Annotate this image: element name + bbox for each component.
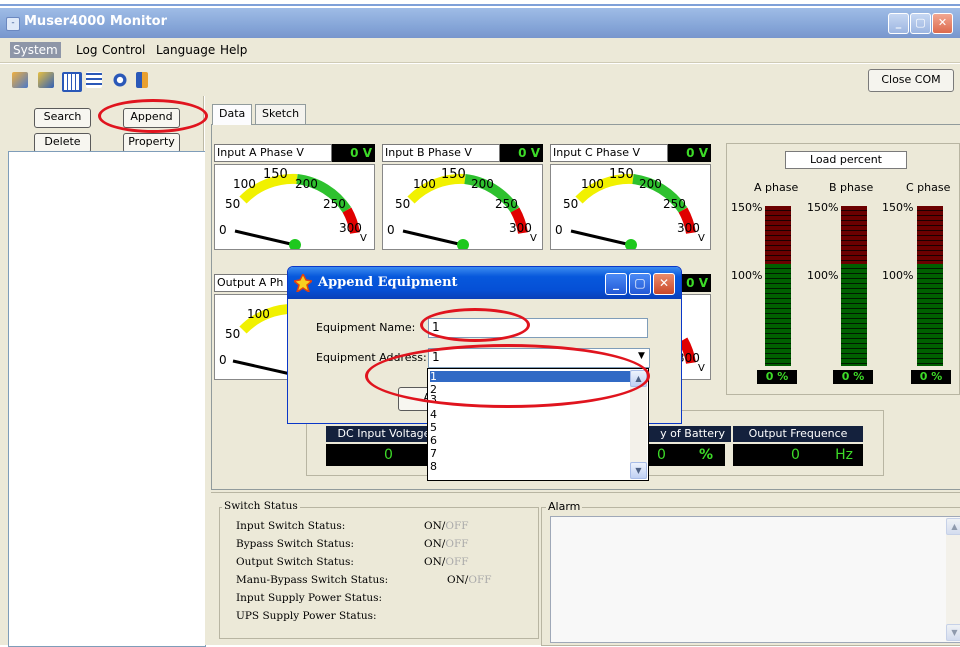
input-switch-status-label: Input Switch Status: (236, 520, 346, 532)
scroll-down-icon[interactable]: ▼ (946, 624, 960, 641)
load-bar-a (765, 206, 791, 366)
input-a-value: 0 V (332, 144, 375, 162)
output-switch-status-label: Output Switch Status: (236, 556, 354, 568)
dialog-close-button[interactable]: ✕ (653, 273, 675, 295)
input-supply-power-status-label: Input Supply Power Status: (236, 592, 383, 604)
scroll-down-icon[interactable]: ▼ (630, 462, 647, 479)
status-area: Switch Status Input Switch Status: Bypas… (211, 492, 960, 646)
menu-language[interactable]: Language (156, 43, 215, 57)
input-a-gauge: 100 150 200 50 250 0 300 V (214, 164, 375, 251)
dc-input-voltage-value: 0 (326, 444, 442, 466)
equipment-name-label: Equipment Name: (316, 321, 416, 334)
annotation-ring-name (420, 308, 530, 342)
dialog-title: Append Equipment (318, 275, 458, 290)
alarm-group: Alarm ▲ ▼ (541, 500, 960, 646)
dialog-title-bar: Append Equipment _ ▢ ✕ (288, 267, 681, 299)
minimize-button[interactable]: _ (888, 13, 909, 34)
device-icon[interactable] (38, 72, 54, 88)
list-item[interactable]: 5 (430, 422, 632, 433)
bypass-switch-status-label: Bypass Switch Status: (236, 538, 355, 550)
list-item[interactable]: 6 (430, 435, 632, 446)
list-item[interactable]: 7 (430, 448, 632, 459)
dc-input-voltage-label: DC Input Voltage (326, 426, 442, 442)
output-frequence-label: Output Frequence (733, 426, 863, 442)
input-b-label: Input B Phase V (382, 144, 500, 162)
app-flame-icon (294, 274, 312, 292)
dialog-minimize-button[interactable]: _ (605, 273, 627, 295)
list-item[interactable]: 8 (430, 461, 632, 472)
connect-icon[interactable] (12, 72, 28, 88)
alarm-title: Alarm (546, 500, 583, 513)
ups-supply-power-status-label: UPS Supply Power Status: (236, 610, 377, 622)
bypass-switch-on-off: ON/OFF (424, 538, 469, 550)
load-bar-b (841, 206, 867, 366)
load-percent-title: Load percent (785, 151, 907, 169)
switch-status-title: Switch Status (222, 500, 300, 512)
chevron-down-icon[interactable]: ▼ (638, 351, 645, 361)
load-phase-c-label: C phase (906, 181, 951, 194)
input-a-label: Input A Phase V (214, 144, 332, 162)
window-title: Muser4000 Monitor (24, 14, 167, 29)
switch-status-group: Switch Status Input Switch Status: Bypas… (219, 500, 539, 639)
input-b-gauge: 100 150 200 50 250 0 300 V (382, 164, 543, 251)
delete-button[interactable]: Delete (34, 133, 91, 153)
input-c-gauge: 100 150 200 50 250 0 300 V (550, 164, 711, 251)
menu-system[interactable]: System (10, 42, 61, 58)
grid-icon[interactable] (62, 72, 82, 92)
alarm-list[interactable]: ▲ ▼ (550, 516, 960, 643)
menu-control[interactable]: Control (102, 43, 145, 57)
input-c-label: Input C Phase V (550, 144, 668, 162)
input-b-value: 0 V (500, 144, 543, 162)
toolbar: Close COM (0, 64, 960, 96)
property-button[interactable]: Property (123, 133, 180, 153)
load-phase-a-label: A phase (754, 181, 799, 194)
close-com-button[interactable]: Close COM (868, 69, 954, 92)
system-menu-icon[interactable]: - (6, 17, 20, 31)
load-bar-c (917, 206, 943, 366)
input-switch-on-off: ON/OFF (424, 520, 469, 532)
tab-sketch-map[interactable]: Sketch Map (255, 104, 307, 138)
output-switch-on-off: ON/OFF (424, 556, 469, 568)
list-item[interactable]: 4 (430, 409, 632, 420)
table-icon[interactable] (86, 72, 102, 88)
tab-data[interactable]: Data (212, 104, 253, 125)
manu-bypass-on-off: ON/OFF (447, 574, 492, 586)
exit-icon[interactable] (136, 72, 148, 88)
equipment-list[interactable] (8, 151, 206, 647)
load-percent-panel: Load percent A phase B phase C phase 150… (726, 143, 960, 395)
scroll-up-icon[interactable]: ▲ (946, 518, 960, 535)
maximize-button[interactable]: ▢ (910, 13, 931, 34)
info-icon[interactable] (112, 72, 128, 88)
load-value-b: 0 % (833, 370, 873, 384)
dialog-maximize-button[interactable]: ▢ (629, 273, 651, 295)
menu-help[interactable]: Help (220, 43, 247, 57)
manu-bypass-switch-status-label: Manu-Bypass Switch Status: (236, 574, 389, 586)
annotation-ring-append (98, 99, 208, 133)
annotation-ring-address (365, 344, 650, 408)
load-phase-b-label: B phase (829, 181, 874, 194)
load-value-a: 0 % (757, 370, 797, 384)
menu-bar: System Log Control Language Help (0, 38, 960, 63)
title-bar: - Muser4000 Monitor _ ▢ ✕ (0, 8, 960, 38)
close-button[interactable]: ✕ (932, 13, 953, 34)
output-frequence-value: 0 Hz (733, 444, 863, 466)
alarm-scrollbar[interactable]: ▲ ▼ (946, 518, 960, 641)
search-button[interactable]: Search (34, 108, 91, 128)
load-value-c: 0 % (911, 370, 951, 384)
menu-log[interactable]: Log (76, 43, 97, 57)
top-border (0, 0, 960, 6)
input-c-value: 0 V (668, 144, 711, 162)
equipment-pane: Search Append Delete Property (0, 96, 206, 647)
